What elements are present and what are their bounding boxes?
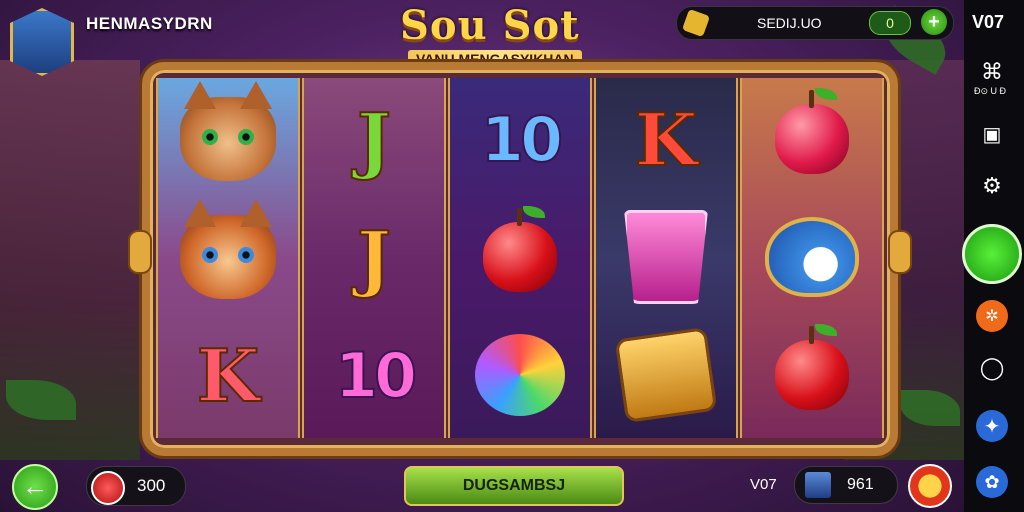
cat-eye xyxy=(238,129,254,145)
book-icon xyxy=(805,472,831,498)
level-label: V07 xyxy=(750,476,777,493)
reel-cell: J xyxy=(308,82,440,196)
symbol-k: K xyxy=(634,96,699,183)
reel-frame: K J J 10 10 K xyxy=(128,62,912,456)
apple-icon xyxy=(483,206,557,292)
cat-icon xyxy=(180,81,276,181)
symbol-10: 10 xyxy=(334,338,418,413)
coins-bar: SEDIJ.UO 0 + xyxy=(676,6,954,40)
camera-icon[interactable]: ▣ xyxy=(976,118,1008,150)
back-button[interactable]: ← xyxy=(12,464,58,510)
reel-cell xyxy=(600,200,732,314)
gamepad-icon[interactable]: ⌘ xyxy=(976,56,1008,88)
apple-leaf xyxy=(815,324,837,336)
symbol-j: J xyxy=(356,96,392,183)
green-action-button[interactable] xyxy=(962,224,1022,284)
reel-cell: J xyxy=(308,200,440,314)
bet-display[interactable]: 300 xyxy=(86,466,186,506)
add-coins-button[interactable]: + xyxy=(921,9,947,35)
reel-cell: K xyxy=(600,82,732,196)
reel-cell xyxy=(746,318,878,432)
game-title: Sou Sot xyxy=(400,2,580,49)
chat-icon[interactable]: ◯ xyxy=(976,352,1008,384)
spin-button[interactable]: DUGSAMBSJ xyxy=(404,466,624,506)
reel-cell xyxy=(746,82,878,196)
reel-cell xyxy=(746,200,878,314)
apple-icon xyxy=(775,324,849,410)
device-icon xyxy=(614,327,718,423)
settings-gear-icon[interactable]: ⚙ xyxy=(976,170,1008,202)
bet-chip-icon xyxy=(91,471,125,505)
sidebar-sublabel: Ð⊙ U Ð xyxy=(974,86,1007,96)
reel-cell: 10 xyxy=(454,82,586,196)
emoji-button[interactable] xyxy=(908,464,952,508)
reel-1: K xyxy=(156,78,300,438)
reel-2: J J 10 xyxy=(302,78,446,438)
cat-eye xyxy=(238,247,254,263)
cup-icon xyxy=(624,210,708,304)
orange-spinner-icon[interactable]: ✲ xyxy=(976,300,1008,332)
bet-value: 300 xyxy=(137,476,166,495)
cat-eye xyxy=(202,247,218,263)
apple-icon xyxy=(775,88,849,174)
share-button-icon[interactable]: ✿ xyxy=(976,466,1008,498)
reel-cell xyxy=(600,318,732,432)
reel-4: K xyxy=(594,78,738,438)
cat-eye xyxy=(202,129,218,145)
symbol-k: K xyxy=(196,332,261,419)
level-value: 961 xyxy=(847,476,874,493)
symbol-j: J xyxy=(356,214,392,301)
apple-leaf xyxy=(815,88,837,100)
symbol-10: 10 xyxy=(480,102,564,177)
reel-cell xyxy=(454,318,586,432)
reel-3: 10 xyxy=(448,78,592,438)
reel-5 xyxy=(740,78,884,438)
bird-icon xyxy=(765,217,859,297)
sidebar-version: V07 xyxy=(972,12,1005,32)
frame-ornament-icon xyxy=(128,230,152,274)
reel-cell xyxy=(162,199,294,314)
orb-icon xyxy=(475,334,565,416)
player-name: HENMASYDRN xyxy=(86,14,213,33)
level-display: 961 xyxy=(794,466,898,504)
star-button-icon[interactable]: ✦ xyxy=(976,410,1008,442)
reel-cell: 10 xyxy=(308,318,440,432)
frame-ornament-icon xyxy=(888,230,912,274)
coins-label: SEDIJ.UO xyxy=(757,15,822,31)
coin-icon xyxy=(681,8,711,38)
reel-cell: K xyxy=(162,318,294,432)
cat-icon xyxy=(180,199,276,299)
reel-cell xyxy=(454,200,586,314)
reel-cell xyxy=(162,81,294,196)
apple-leaf xyxy=(523,206,545,218)
coins-value: 0 xyxy=(869,11,911,35)
